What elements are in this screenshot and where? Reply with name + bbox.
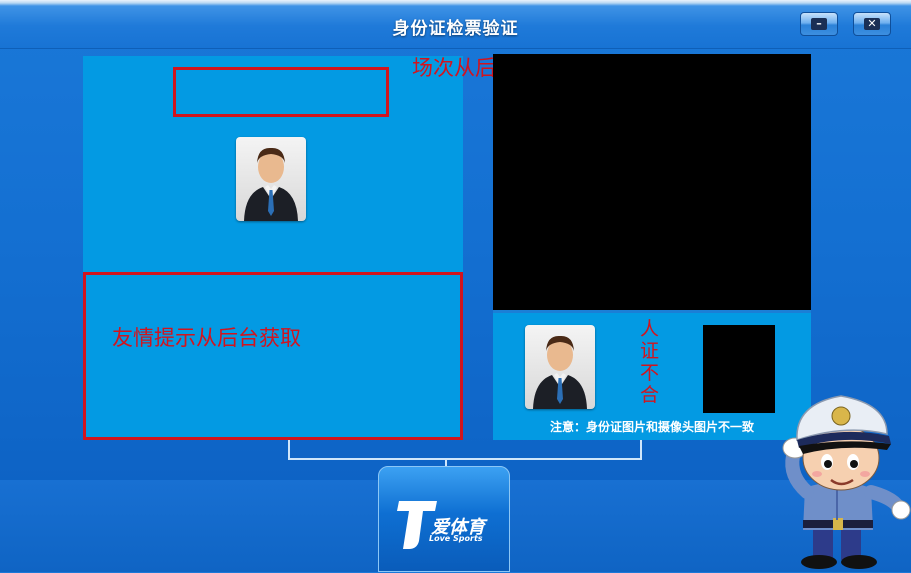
mismatch-char: 不 xyxy=(640,362,660,384)
minimize-icon: – xyxy=(811,18,827,30)
title-bar: 身份证检票验证 – ✕ xyxy=(0,0,911,49)
minimize-button[interactable]: – xyxy=(800,12,838,36)
connector-line xyxy=(288,440,642,460)
mismatch-label: 人 证 不 合 xyxy=(640,318,662,406)
tip-text: 友情提示从后台获取 xyxy=(112,326,301,350)
id-photo-avatar xyxy=(236,137,306,221)
mismatch-char: 证 xyxy=(640,340,660,362)
close-icon: ✕ xyxy=(864,18,880,30)
window-title: 身份证检票验证 xyxy=(392,19,519,39)
captured-face-box xyxy=(703,325,775,413)
mismatch-notice: 注意：身份证图片和摄像头图片不一致 xyxy=(549,420,754,434)
camera-view xyxy=(493,54,811,310)
mismatch-char: 合 xyxy=(640,384,660,406)
person-avatar-icon xyxy=(244,147,298,221)
tip-box xyxy=(83,272,463,440)
person-avatar-icon xyxy=(533,335,587,409)
mismatch-char: 人 xyxy=(640,318,660,340)
compare-photo-avatar xyxy=(525,325,595,409)
session-field-box xyxy=(173,67,389,117)
brand-subtitle: Love Sports xyxy=(429,534,483,543)
close-button[interactable]: ✕ xyxy=(853,12,891,36)
brand-logo: 爱体育 Love Sports xyxy=(378,466,510,572)
police-mascot-icon xyxy=(782,395,911,569)
